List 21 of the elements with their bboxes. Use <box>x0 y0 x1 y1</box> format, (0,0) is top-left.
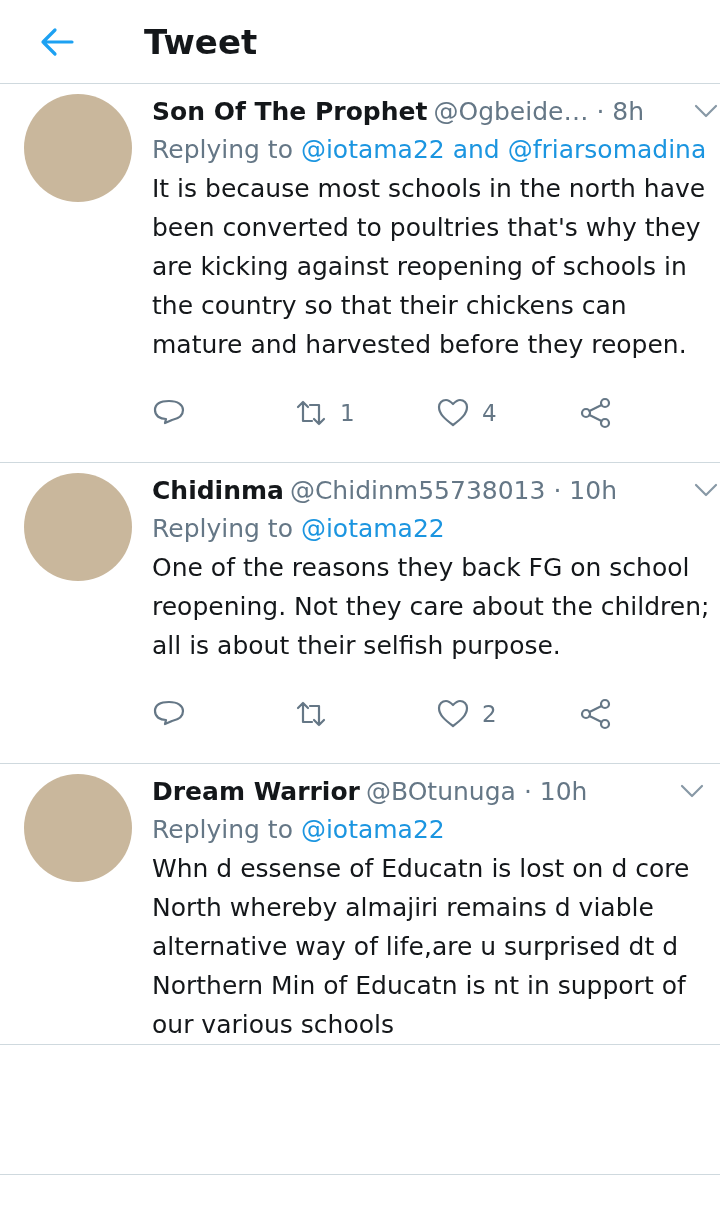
tweet-text: One of the reasons they back FG on school reopening. Not they care about the children; all is about their selfish purpose. <box>152 552 711 662</box>
author-handle: @BOtunuga <box>365 776 516 808</box>
author-name[interactable]: Chidinma <box>152 473 284 509</box>
like-count: 4 <box>482 400 497 426</box>
tweet-text: It is because most schools in the north have been converted to poultries that's why they are kicking against reopening of schools in the country so that their chickens can mature and harvested before they reopen. <box>152 173 707 361</box>
page-title: Tweet <box>144 21 258 62</box>
replying-label: Replying to <box>152 514 293 543</box>
share-icon[interactable] <box>578 396 612 430</box>
author-name[interactable]: Dream Warrior <box>152 774 360 810</box>
retweet-count: 1 <box>340 400 355 426</box>
replying-label: Replying to <box>152 135 293 164</box>
tweet-time: · 10h <box>553 475 617 507</box>
author-name[interactable]: Son Of The Prophet <box>152 94 428 130</box>
replying-label: Replying to <box>152 815 293 844</box>
tweet-time: · 8h <box>596 96 645 128</box>
author-handle: @Ogbeide… <box>433 96 589 128</box>
author-handle: @Chidinm55738013 <box>289 475 546 507</box>
tweet-time: · 10h <box>523 776 588 808</box>
share-icon[interactable] <box>578 697 612 731</box>
like-count: 2 <box>482 701 497 727</box>
tweet-text: Whn d essense of Educatn is lost on d core North whereby almajiri remains d viable alternative way of life,are u surprised dt d Northern Min of Educatn is nt in support of our various schools <box>152 853 691 1041</box>
